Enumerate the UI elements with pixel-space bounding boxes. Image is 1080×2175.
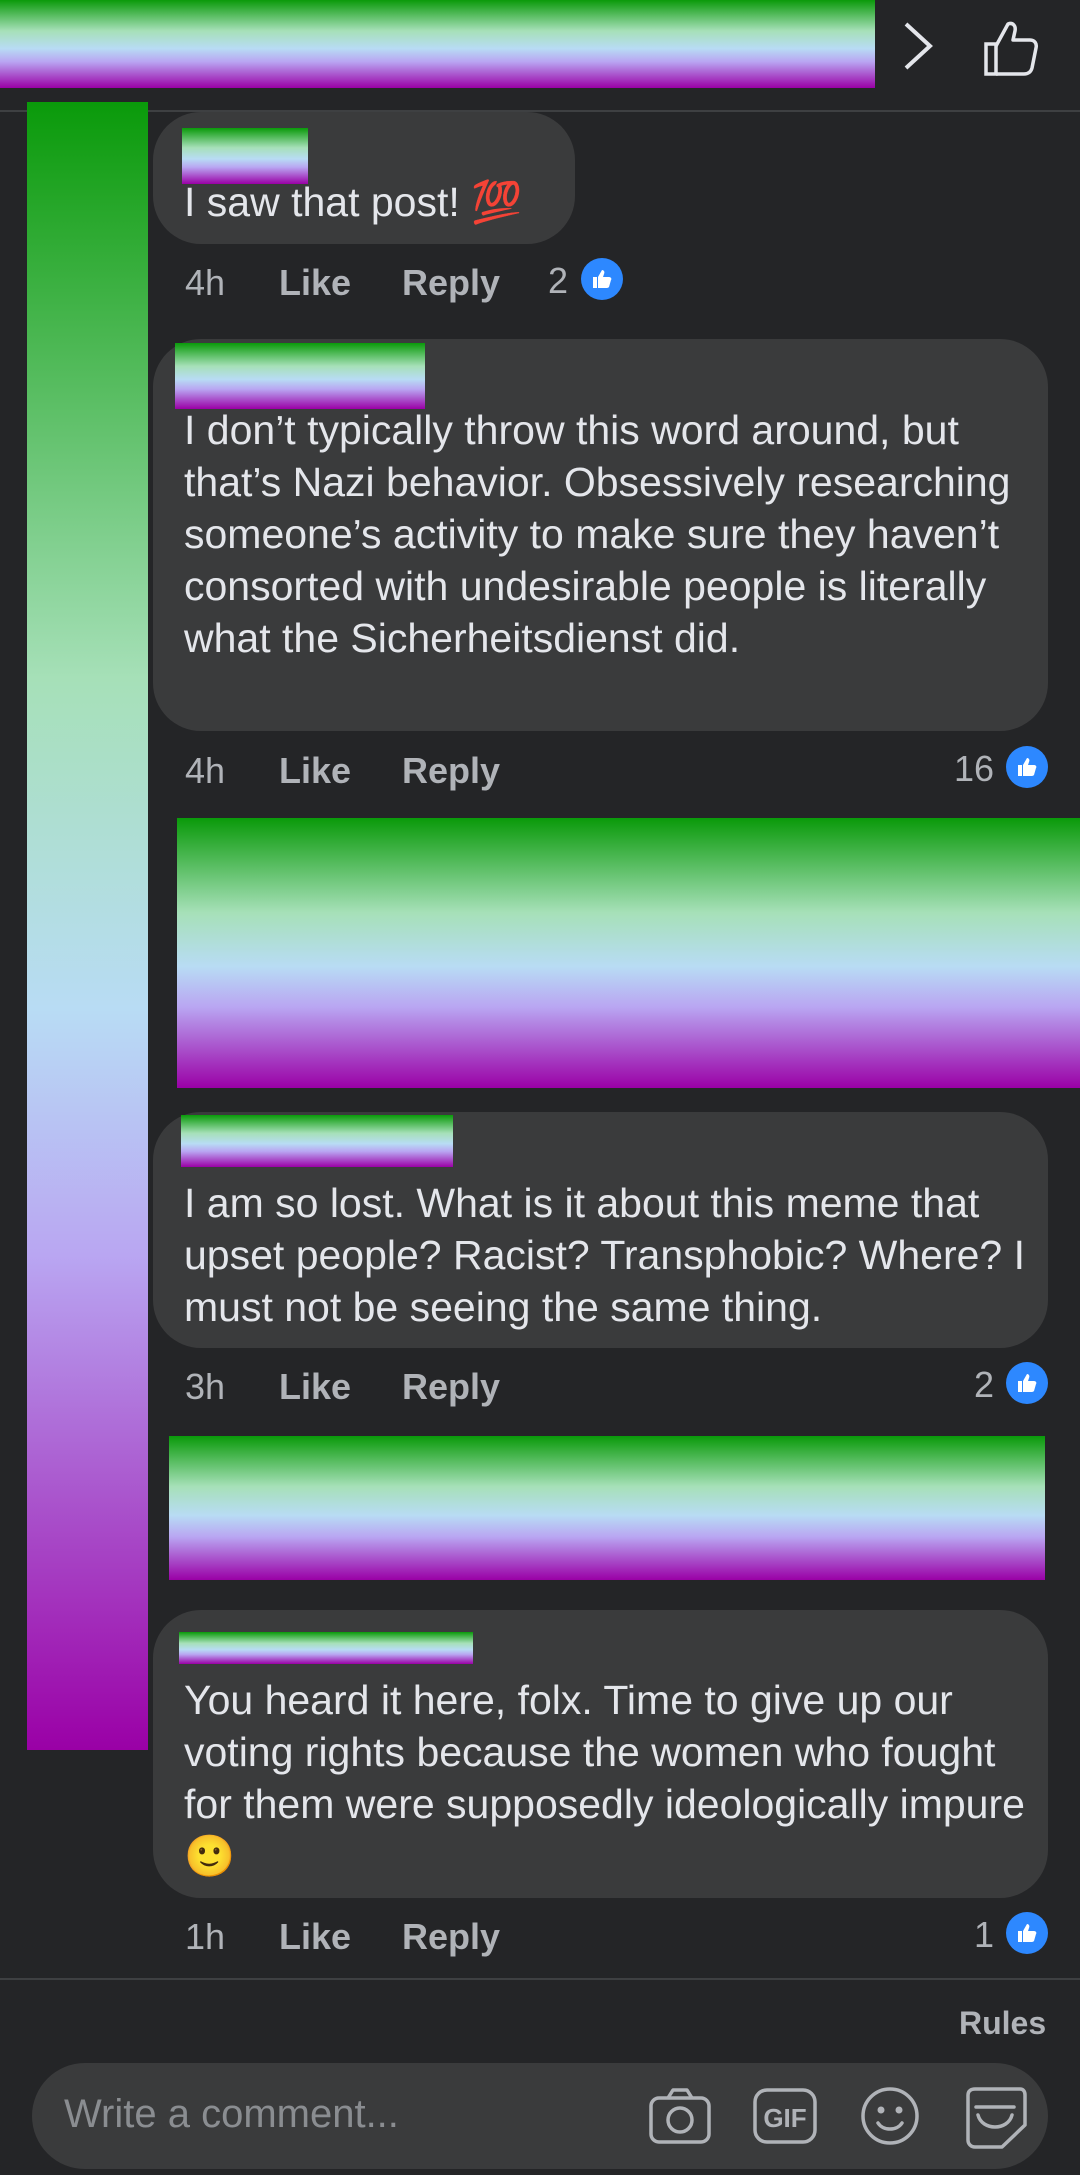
like-reaction-icon	[1006, 1912, 1048, 1954]
header-divider	[0, 110, 1080, 112]
reaction-count[interactable]: 2	[548, 260, 568, 302]
comment-text: You heard it here, folx. Time to give up…	[184, 1677, 1025, 1879]
like-reaction-icon	[1006, 1362, 1048, 1404]
redacted-block	[177, 818, 1080, 1088]
comment-time: 3h	[185, 1366, 226, 1407]
camera-icon[interactable]	[648, 2086, 712, 2146]
rules-link[interactable]: Rules	[959, 2005, 1046, 2042]
reaction-count[interactable]: 2	[974, 1364, 994, 1406]
comment-text: I saw that post! 💯	[184, 179, 523, 225]
like-link[interactable]: Like	[279, 1916, 351, 1958]
like-reaction-icon	[1006, 746, 1048, 788]
svg-text:GIF: GIF	[763, 2103, 806, 2133]
redacted-block	[169, 1436, 1045, 1580]
comment-text: I don’t typically throw this word around…	[184, 407, 1011, 661]
redacted-author-name	[179, 1632, 473, 1664]
footer-divider	[0, 1978, 1080, 1980]
gif-icon[interactable]: GIF	[752, 2086, 818, 2146]
comment-time: 1h	[185, 1916, 226, 1957]
thumbs-up-outline-icon[interactable]	[980, 18, 1040, 78]
redacted-author-name	[175, 343, 425, 409]
redacted-avatar-column	[27, 102, 148, 1750]
reply-link[interactable]: Reply	[402, 750, 500, 792]
reply-link[interactable]: Reply	[402, 262, 500, 304]
comment-time: 4h	[185, 262, 226, 303]
reply-link[interactable]: Reply	[402, 1916, 500, 1958]
reaction-count[interactable]: 16	[954, 748, 994, 790]
comment-text: I am so lost. What is it about this meme…	[184, 1180, 1026, 1330]
emoji-icon[interactable]	[859, 2085, 921, 2147]
reply-link[interactable]: Reply	[402, 1366, 500, 1408]
redacted-author-name	[181, 1115, 453, 1167]
sticker-icon[interactable]	[962, 2085, 1028, 2149]
redacted-header	[0, 0, 875, 88]
comment-time: 4h	[185, 750, 226, 791]
like-reaction-icon	[581, 258, 623, 300]
chevron-right-icon[interactable]	[898, 18, 938, 74]
reaction-count[interactable]: 1	[974, 1914, 994, 1956]
comment-input-placeholder[interactable]: Write a comment...	[64, 2092, 399, 2137]
like-link[interactable]: Like	[279, 262, 351, 304]
like-link[interactable]: Like	[279, 1366, 351, 1408]
like-link[interactable]: Like	[279, 750, 351, 792]
